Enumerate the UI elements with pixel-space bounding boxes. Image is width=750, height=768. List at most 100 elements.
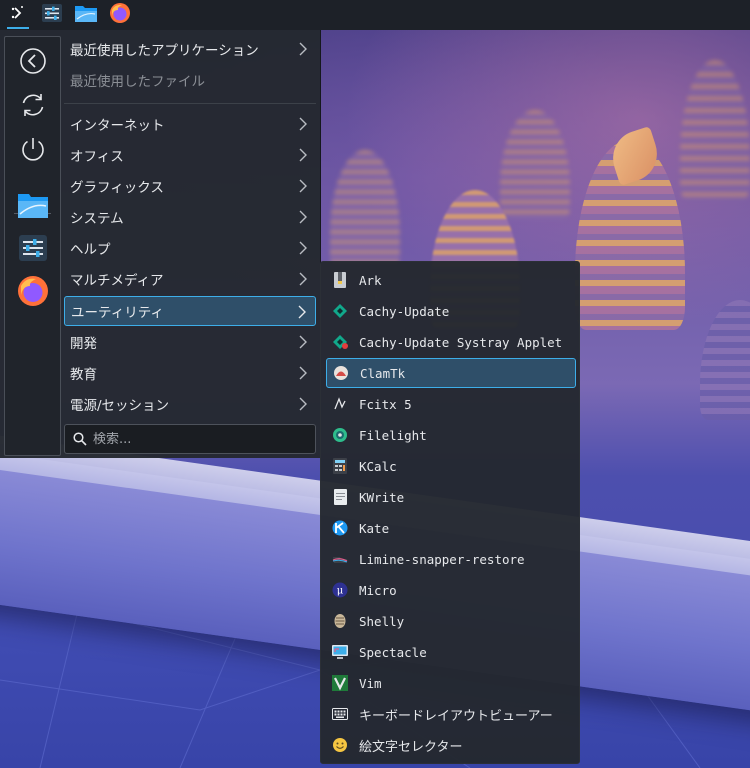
clamtk-icon	[333, 365, 349, 381]
category-label: 電源/セッション	[70, 398, 170, 414]
category-label: マルチメディア	[70, 273, 164, 289]
cachy-update-icon	[332, 303, 348, 319]
back-button[interactable]	[5, 43, 60, 83]
favorite-file-manager[interactable]	[5, 187, 60, 227]
power-button[interactable]	[5, 131, 60, 171]
spectacle-icon	[332, 644, 348, 660]
wallpaper-cone	[500, 110, 570, 220]
panel-system-settings-button[interactable]	[36, 0, 68, 30]
category-label: オフィス	[70, 149, 124, 165]
app-label: Micro	[359, 582, 397, 598]
chevron-right-icon	[298, 116, 308, 136]
app-label: キーボードレイアウトビューアー	[359, 708, 553, 724]
category-multimedia[interactable]: マルチメディア	[64, 264, 316, 294]
shelly-icon	[332, 613, 348, 629]
category-power-session[interactable]: 電源/セッション	[64, 389, 316, 419]
category-system[interactable]: システム	[64, 202, 316, 232]
app-item-fcitx[interactable]: Fcitx 5	[326, 389, 576, 419]
chevron-right-icon	[298, 396, 308, 416]
app-label: 絵文字セレクター	[359, 739, 463, 755]
category-education[interactable]: 教育	[64, 358, 316, 388]
search-icon	[73, 432, 87, 446]
chevron-right-icon	[298, 271, 308, 291]
panel-firefox-button[interactable]	[104, 0, 136, 30]
firefox-icon	[17, 275, 49, 311]
chevron-right-icon	[298, 178, 308, 198]
limine-icon	[332, 551, 348, 567]
wallpaper-cone	[680, 60, 750, 200]
file-manager-icon	[17, 192, 48, 222]
app-label: KWrite	[359, 489, 405, 505]
app-item-clamtk[interactable]: ClamTk	[326, 358, 576, 388]
chevron-right-icon	[298, 209, 308, 229]
cachy-update-systray-icon	[332, 334, 348, 350]
category-label: システム	[70, 211, 124, 227]
vim-icon	[332, 675, 348, 691]
category-label: 開発	[70, 336, 97, 352]
category-help[interactable]: ヘルプ	[64, 233, 316, 263]
app-item-vim[interactable]: Vim	[326, 668, 576, 698]
app-item-keyboard-layout-viewer[interactable]: キーボードレイアウトビューアー	[326, 699, 576, 729]
app-item-filelight[interactable]: Filelight	[326, 420, 576, 450]
category-separator	[64, 103, 316, 104]
chevron-right-icon	[298, 365, 308, 385]
search-input[interactable]	[93, 431, 303, 447]
app-item-shelly[interactable]: Shelly	[326, 606, 576, 636]
chevron-right-icon	[298, 334, 308, 354]
favorite-firefox[interactable]	[5, 273, 60, 313]
chevron-right-icon	[297, 304, 307, 324]
app-item-cachy-update-systray[interactable]: Cachy-Update Systray Applet	[326, 327, 576, 357]
system-settings-icon	[18, 235, 47, 265]
wallpaper-cone	[700, 300, 750, 420]
category-office[interactable]: オフィス	[64, 140, 316, 170]
chevron-right-icon	[298, 41, 308, 61]
launcher-left-column	[4, 36, 61, 456]
app-item-cachy-update[interactable]: Cachy-Update	[326, 296, 576, 326]
app-label: Vim	[359, 675, 382, 691]
refresh-icon	[19, 91, 47, 123]
app-item-kcalc[interactable]: KCalc	[326, 451, 576, 481]
kcalc-icon	[332, 458, 348, 474]
application-launcher-button[interactable]	[2, 0, 34, 30]
category-label: ユーティリティ	[71, 305, 164, 321]
emoji-icon	[332, 737, 348, 753]
category-graphics[interactable]: グラフィックス	[64, 171, 316, 201]
ark-icon	[332, 272, 348, 288]
app-item-kwrite[interactable]: KWrite	[326, 482, 576, 512]
category-recent-files[interactable]: 最近使用したファイル	[64, 65, 316, 95]
category-internet[interactable]: インターネット	[64, 109, 316, 139]
app-label: Limine-snapper-restore	[359, 551, 525, 567]
app-item-kate[interactable]: Kate	[326, 513, 576, 543]
app-item-limine-snapper-restore[interactable]: Limine-snapper-restore	[326, 544, 576, 574]
category-development[interactable]: 開発	[64, 327, 316, 357]
search-box[interactable]	[64, 424, 316, 454]
favorite-system-settings[interactable]	[5, 230, 60, 270]
category-utilities[interactable]: ユーティリティ	[64, 296, 316, 326]
micro-icon: μ	[332, 582, 348, 598]
app-label: Cachy-Update	[359, 303, 450, 319]
app-item-ark[interactable]: Ark	[326, 265, 576, 295]
fcitx-icon	[332, 396, 348, 412]
application-launcher-menu: 最近使用したアプリケーション 最近使用したファイル インターネット オフィス グ…	[0, 30, 321, 458]
wallpaper-cone	[330, 150, 400, 270]
utilities-submenu: Ark Cachy-Update Cachy-Update Systray Ap…	[320, 261, 580, 764]
category-label: 教育	[70, 367, 97, 383]
app-item-micro[interactable]: μ Micro	[326, 575, 576, 605]
category-label: ヘルプ	[70, 242, 111, 258]
category-label: グラフィックス	[70, 180, 164, 196]
app-label: Kate	[359, 520, 390, 536]
app-label: Filelight	[359, 427, 427, 443]
panel-file-manager-button[interactable]	[70, 0, 102, 30]
kate-icon	[332, 520, 348, 536]
app-item-spectacle[interactable]: Spectacle	[326, 637, 576, 667]
system-settings-icon	[42, 4, 62, 26]
keyboard-icon	[332, 706, 348, 722]
category-label: 最近使用したファイル	[70, 74, 205, 90]
application-launcher-icon	[9, 4, 27, 26]
category-label: インターネット	[70, 118, 165, 134]
category-recent-applications[interactable]: 最近使用したアプリケーション	[64, 34, 316, 64]
back-icon	[19, 47, 47, 79]
top-panel	[0, 0, 750, 30]
refresh-button[interactable]	[5, 87, 60, 127]
app-item-emoji-selector[interactable]: 絵文字セレクター	[326, 730, 576, 760]
